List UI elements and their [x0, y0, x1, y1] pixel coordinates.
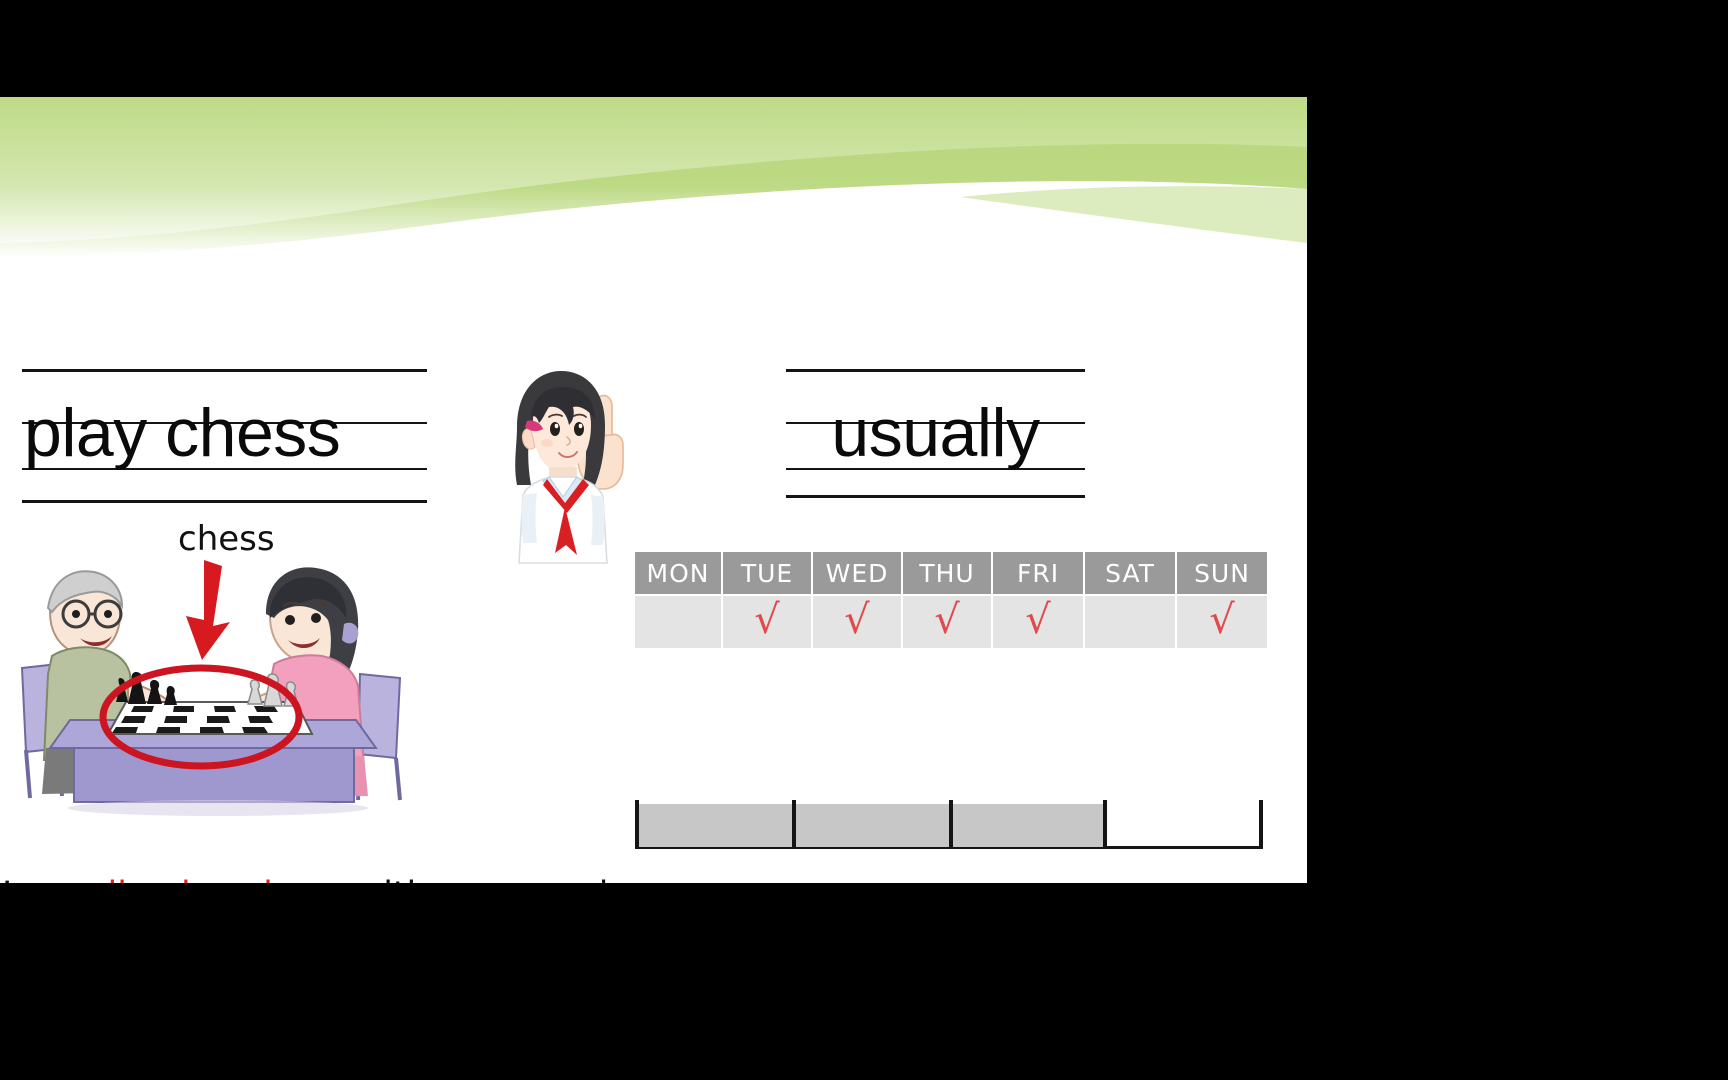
frequency-progress-scale[interactable]	[635, 800, 1263, 849]
checkmark-icon: √	[754, 597, 780, 643]
day-cell-tue[interactable]: √	[723, 596, 811, 648]
day-cell-thu[interactable]: √	[903, 596, 991, 648]
word-card-text: usually	[831, 395, 1040, 471]
weekday-checkmark-table: MON TUE WED THU FRI SAT SUN √ √ √ √ √	[633, 550, 1269, 650]
schoolgirl-illustration	[487, 367, 637, 582]
word-card-play-chess: play chess	[22, 369, 427, 503]
day-cell-mon[interactable]	[635, 596, 721, 648]
table-row: √ √ √ √ √	[635, 596, 1267, 648]
day-header-sun: SUN	[1177, 552, 1267, 594]
day-cell-fri[interactable]: √	[993, 596, 1083, 648]
day-header-sat: SAT	[1085, 552, 1175, 594]
tick-50	[949, 800, 953, 849]
table-header-row: MON TUE WED THU FRI SAT SUN	[635, 552, 1267, 594]
checkmark-icon: √	[1209, 597, 1235, 643]
tick-0	[635, 800, 639, 849]
day-cell-sun[interactable]: √	[1177, 596, 1267, 648]
schoolgirl-svg	[515, 371, 624, 564]
presentation-slide: play chess usually chess MON TUE WED THU…	[0, 97, 1307, 883]
tick-100	[1259, 800, 1263, 849]
day-header-fri: FRI	[993, 552, 1083, 594]
tick-75	[1103, 800, 1107, 849]
checkmark-icon: √	[1025, 597, 1051, 643]
example-sentence: I usually play chess with my grandpa.	[2, 875, 663, 883]
word-card-text: play chess	[24, 395, 341, 471]
word-card-usually: usually	[786, 369, 1085, 498]
rule-line-bottom	[786, 495, 1085, 498]
tick-25	[792, 800, 796, 849]
progress-fill-bar	[637, 804, 1105, 847]
header-swoosh-banner	[0, 97, 1307, 257]
day-header-wed: WED	[813, 552, 901, 594]
day-cell-sat[interactable]	[1085, 596, 1175, 648]
red-arrow-icon	[186, 560, 230, 660]
rule-line-top	[22, 369, 427, 372]
chess-scene-illustration	[8, 552, 413, 817]
screenshot-stage: play chess usually chess MON TUE WED THU…	[0, 0, 1728, 1080]
sentence-lead: I	[2, 875, 23, 883]
day-header-mon: MON	[635, 552, 721, 594]
day-header-thu: THU	[903, 552, 991, 594]
rule-line-bottom	[22, 500, 427, 503]
sentence-highlight: usually play chess	[23, 875, 343, 883]
checkmark-icon: √	[844, 597, 870, 643]
sentence-tail: with my grandpa.	[343, 875, 664, 883]
day-cell-wed[interactable]: √	[813, 596, 901, 648]
rule-line-top	[786, 369, 1085, 372]
day-header-tue: TUE	[723, 552, 811, 594]
swoosh-svg	[0, 97, 1307, 257]
chess-scene-svg	[20, 560, 402, 816]
checkmark-icon: √	[934, 597, 960, 643]
